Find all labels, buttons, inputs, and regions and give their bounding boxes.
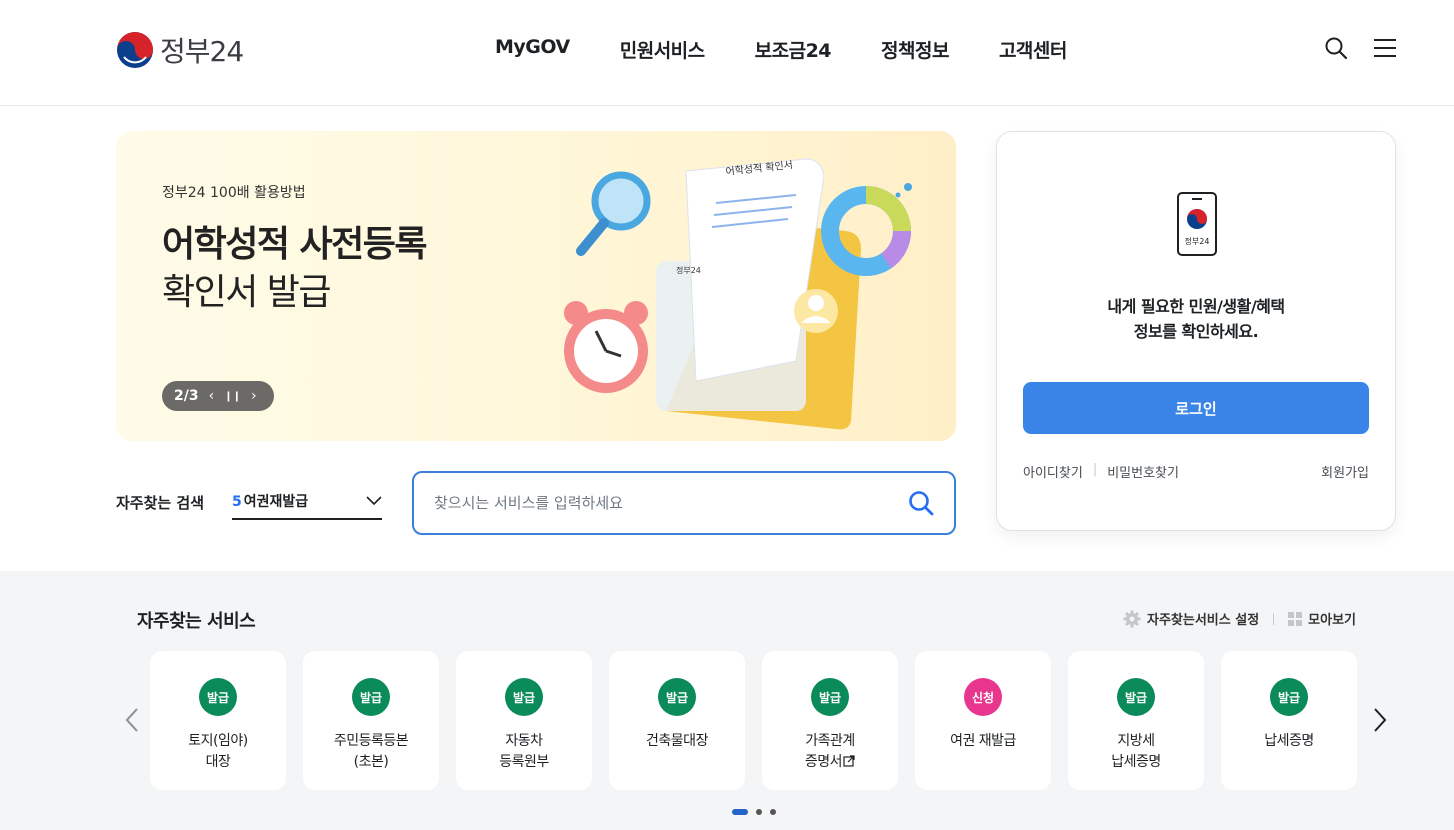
issue-badge: 발급: [505, 678, 543, 716]
login-message-line2: 정보를 확인하세요.: [1133, 322, 1259, 341]
service-label: 주민등록등본 (초본): [333, 733, 409, 770]
carousel-next-icon[interactable]: [1372, 707, 1388, 733]
tools-divider: [1273, 612, 1275, 625]
login-button[interactable]: 로그인: [1023, 382, 1369, 434]
logo-text: 정부24: [160, 35, 244, 68]
service-card[interactable]: 신청 여권 재발급: [915, 651, 1051, 790]
issue-badge: 발급: [1117, 678, 1155, 716]
login-message: 내게 필요한 민원/생활/혜택 정보를 확인하세요.: [997, 294, 1395, 344]
service-label: 여권 재발급: [950, 733, 1016, 749]
phone-logo-text: 정부24: [1185, 236, 1210, 246]
find-password-link[interactable]: 비밀번호찾기: [1107, 462, 1179, 481]
banner-illustration: 어학성적 확인서 정부24: [564, 158, 912, 430]
frequent-search-term: 여권재발급: [243, 494, 309, 510]
carousel-dot[interactable]: [756, 809, 762, 815]
service-label: 가족관계 증명서: [762, 731, 898, 773]
frequent-search-value: 5 여권재발급: [232, 491, 308, 511]
banner-prev-icon[interactable]: ‹: [209, 388, 215, 404]
header-utilities: [1324, 36, 1396, 60]
login-links: 아이디찾기 | 비밀번호찾기 회원가입: [1023, 462, 1369, 481]
service-card[interactable]: 발급 자동차 등록원부: [456, 651, 592, 790]
service-label: 납세증명: [1264, 733, 1314, 749]
banner-subtitle: 정부24 100배 활용방법: [162, 185, 306, 201]
banner-pager: 2/3 ‹ ❙❙ ›: [162, 381, 274, 411]
nav-mygov[interactable]: MyGOV: [470, 36, 595, 63]
services-settings-link[interactable]: 자주찾는서비스 설정: [1147, 609, 1259, 628]
link-divider: |: [1092, 462, 1098, 477]
service-card[interactable]: 발급 납세증명: [1221, 651, 1357, 790]
taegeuk-logo-icon: [117, 32, 153, 68]
issue-badge: 발급: [658, 678, 696, 716]
carousel-dot[interactable]: [770, 809, 776, 815]
service-card[interactable]: 발급 건축물대장: [609, 651, 745, 790]
carousel-prev-icon[interactable]: [124, 707, 140, 733]
frequent-services-section: 자주찾는 서비스 자주찾는서비스 설정 모아보기 발급 토지(임야) 대장 발급…: [0, 571, 1454, 830]
service-label: 자동차 등록원부: [499, 733, 549, 770]
login-message-line1: 내게 필요한 민원/생활/혜택: [1107, 297, 1285, 316]
banner-pause-icon[interactable]: ❙❙: [224, 391, 241, 402]
service-label: 토지(임야) 대장: [188, 733, 248, 770]
carousel-dot-active[interactable]: [732, 809, 748, 815]
service-card[interactable]: 발급 주민등록등본 (초본): [303, 651, 439, 790]
banner-page-indicator: 2/3: [174, 388, 199, 404]
view-all-link[interactable]: 모아보기: [1308, 609, 1356, 628]
issue-badge: 발급: [811, 678, 849, 716]
service-search-box: [412, 471, 956, 535]
sign-up-link[interactable]: 회원가입: [1321, 462, 1369, 481]
carousel-pagination: [732, 809, 776, 815]
external-link-icon: [843, 755, 855, 767]
frequent-search-dropdown[interactable]: 5 여권재발급: [232, 484, 382, 520]
menu-icon[interactable]: [1374, 38, 1396, 58]
service-card[interactable]: 발급 지방세 납세증명: [1068, 651, 1204, 790]
main-banner[interactable]: 정부24 100배 활용방법 어학성적 사전등록 확인서 발급 2/3 ‹ ❙❙…: [116, 131, 956, 441]
banner-next-icon[interactable]: ›: [251, 388, 257, 404]
service-card[interactable]: 발급 가족관계 증명서: [762, 651, 898, 790]
mobile-phone-icon: 정부24: [1177, 192, 1217, 256]
find-id-link[interactable]: 아이디찾기: [1023, 462, 1083, 481]
services-tools: 자주찾는서비스 설정 모아보기: [1123, 609, 1356, 628]
nav-civil-service[interactable]: 민원서비스: [595, 36, 730, 63]
search-submit-icon[interactable]: [908, 490, 934, 516]
banner-title: 어학성적 사전등록 확인서 발급: [162, 221, 428, 317]
service-label: 지방세 납세증명: [1111, 733, 1161, 770]
site-logo[interactable]: 정부24: [116, 30, 244, 70]
grid-icon: [1288, 611, 1303, 626]
banner-title-line1: 어학성적 사전등록: [162, 224, 428, 265]
site-header: 정부24 MyGOV 민원서비스 보조금24 정책정보 고객센터: [0, 0, 1454, 106]
service-card[interactable]: 발급 토지(임야) 대장: [150, 651, 286, 790]
nav-policy-info[interactable]: 정책정보: [856, 36, 974, 63]
doc-logo-text: 정부24: [676, 265, 701, 275]
main-nav: MyGOV 민원서비스 보조금24 정책정보 고객센터: [470, 36, 1092, 63]
login-card: 정부24 내게 필요한 민원/생활/혜택 정보를 확인하세요. 로그인 아이디찾…: [996, 131, 1396, 531]
apply-badge: 신청: [964, 678, 1002, 716]
service-label: 건축물대장: [646, 733, 708, 749]
service-search-input[interactable]: [434, 494, 908, 512]
issue-badge: 발급: [352, 678, 390, 716]
chevron-down-icon: [366, 496, 382, 506]
banner-title-line2: 확인서 발급: [162, 272, 332, 313]
frequent-services-title: 자주찾는 서비스: [137, 611, 256, 632]
frequent-search-rank: 5: [232, 494, 242, 510]
gear-icon: [1123, 610, 1141, 627]
nav-customer-center[interactable]: 고객센터: [974, 36, 1092, 63]
search-icon[interactable]: [1324, 36, 1348, 60]
issue-badge: 발급: [1270, 678, 1308, 716]
issue-badge: 발급: [199, 678, 237, 716]
frequent-search-label: 자주찾는 검색: [116, 494, 205, 512]
nav-subsidy24[interactable]: 보조금24: [730, 36, 856, 63]
service-cards: 발급 토지(임야) 대장 발급 주민등록등본 (초본) 발급 자동차 등록원부 …: [150, 651, 1357, 790]
